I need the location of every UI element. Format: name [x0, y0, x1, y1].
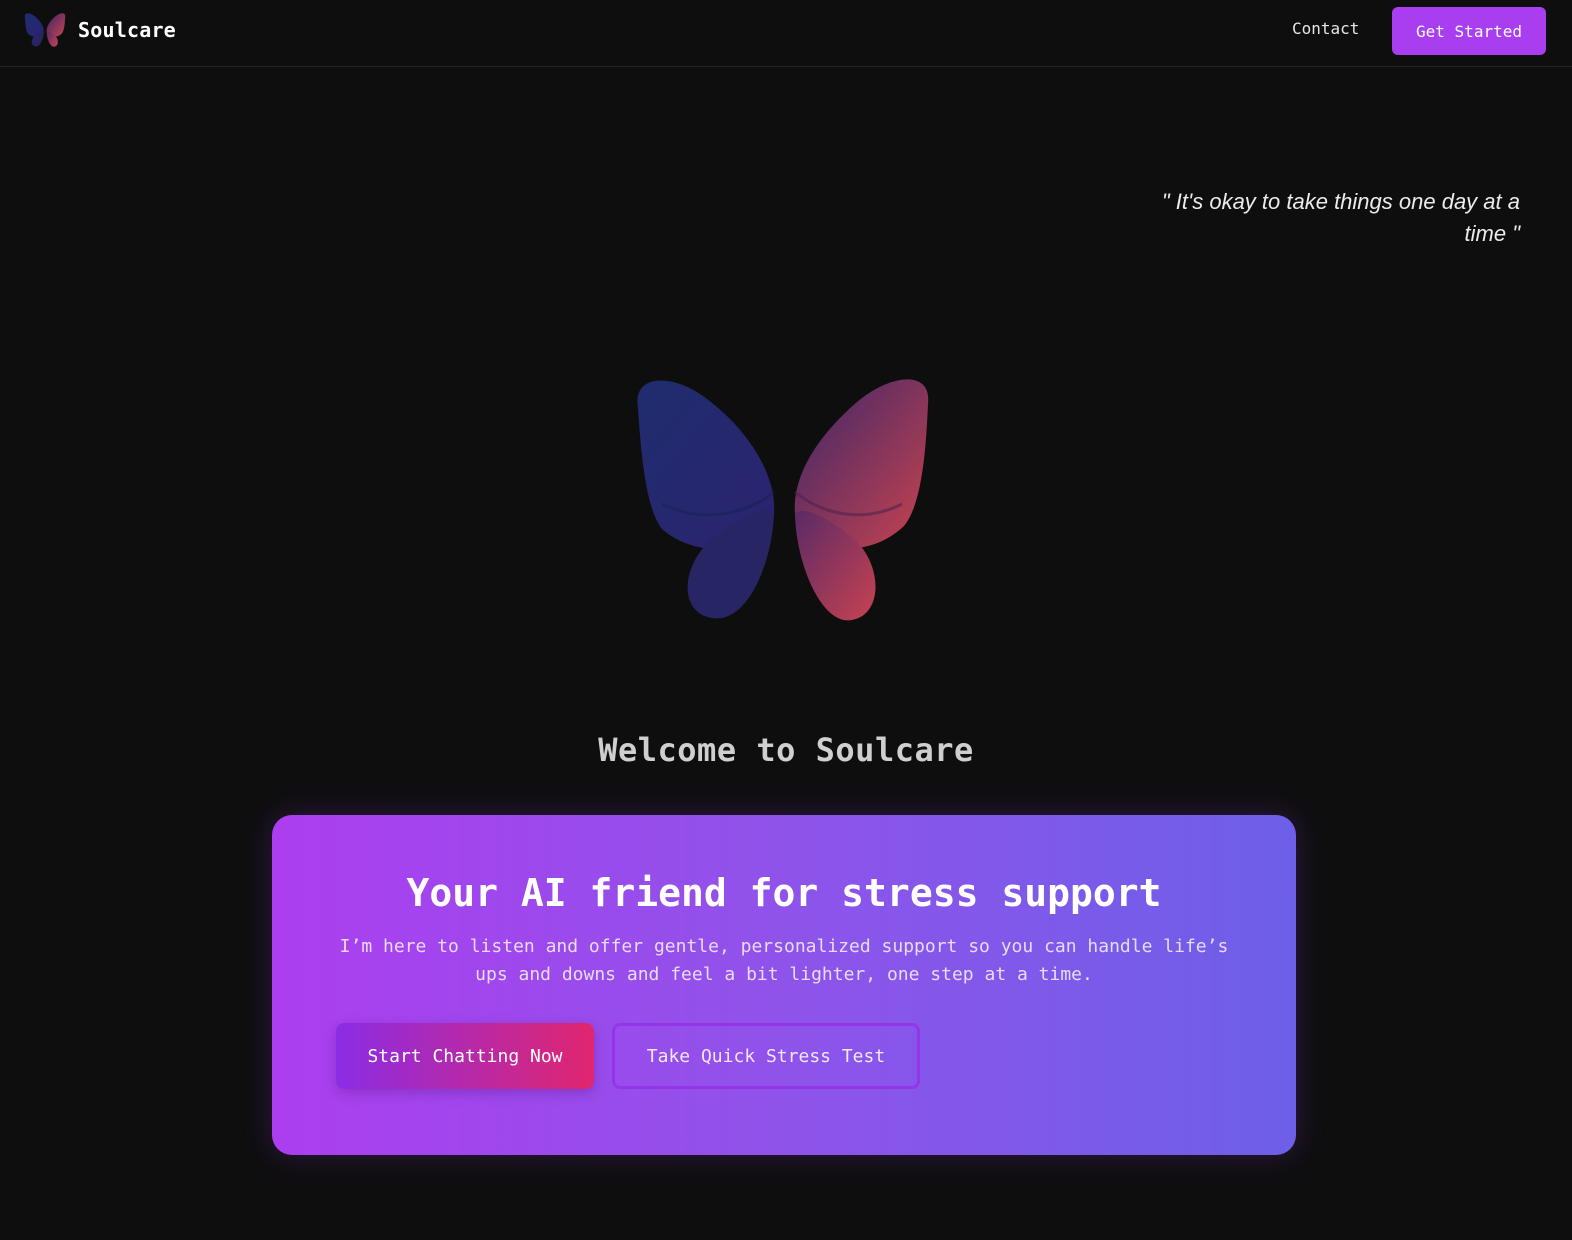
butterfly-icon	[637, 379, 929, 621]
get-started-button[interactable]: Get Started	[1392, 7, 1546, 55]
nav-link-contact[interactable]: Contact	[1292, 19, 1359, 38]
start-chatting-button[interactable]: Start Chatting Now	[336, 1023, 594, 1089]
brand-name: Soulcare	[78, 18, 176, 42]
welcome-heading: Welcome to Soulcare	[598, 731, 974, 770]
hero-quote: " It's okay to take things one day at a …	[1161, 189, 1520, 246]
card-subtitle: I’m here to listen and offer gentle, per…	[339, 936, 1229, 985]
hero-card: Your AI friend for stress support I’m he…	[272, 815, 1296, 1155]
stress-test-button[interactable]: Take Quick Stress Test	[612, 1023, 920, 1089]
butterfly-icon	[24, 13, 66, 47]
navbar: Soulcare Contact Get Started	[0, 0, 1572, 67]
card-title: Your AI friend for stress support	[406, 871, 1162, 915]
brand-link[interactable]: Soulcare	[24, 12, 176, 48]
